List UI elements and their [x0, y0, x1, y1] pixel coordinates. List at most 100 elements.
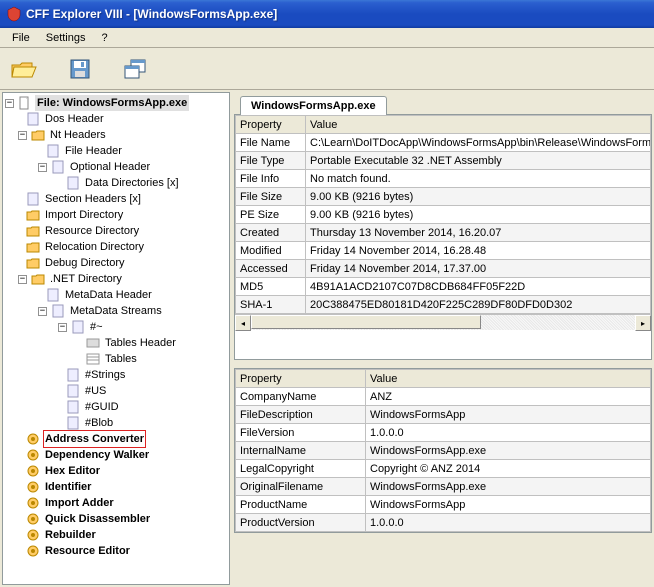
scroll-left-button[interactable]: ◂ [235, 315, 251, 331]
col-property[interactable]: Property [236, 116, 306, 134]
property-cell[interactable]: InternalName [236, 442, 366, 460]
tree-item[interactable]: Quick Disassembler [43, 511, 152, 527]
tree-toggle[interactable]: − [5, 99, 14, 108]
table-row[interactable]: PE Size9.00 KB (9216 bytes) [236, 206, 651, 224]
table-row[interactable]: ProductNameWindowsFormsApp [236, 496, 651, 514]
tree-item[interactable]: Section Headers [x] [43, 191, 143, 207]
property-cell[interactable]: LegalCopyright [236, 460, 366, 478]
property-cell[interactable]: OriginalFilename [236, 478, 366, 496]
value-cell[interactable]: 9.00 KB (9216 bytes) [306, 188, 651, 206]
tree-toggle[interactable]: − [18, 131, 27, 140]
table-row[interactable]: CompanyNameANZ [236, 388, 651, 406]
tree-item[interactable]: Dos Header [43, 111, 106, 127]
table-row[interactable]: File TypePortable Executable 32 .NET Ass… [236, 152, 651, 170]
property-cell[interactable]: ProductVersion [236, 514, 366, 532]
table-row[interactable]: File Size9.00 KB (9216 bytes) [236, 188, 651, 206]
value-cell[interactable]: WindowsFormsApp [366, 496, 651, 514]
table-row[interactable]: FileDescriptionWindowsFormsApp [236, 406, 651, 424]
tree-panel[interactable]: − File: WindowsFormsApp.exe Dos Header −… [2, 92, 230, 585]
scroll-track[interactable] [251, 315, 635, 330]
tree-item[interactable]: #GUID [83, 399, 121, 415]
property-cell[interactable]: Created [236, 224, 306, 242]
tree-root[interactable]: File: WindowsFormsApp.exe [35, 95, 189, 111]
property-cell[interactable]: File Size [236, 188, 306, 206]
tree-item[interactable]: Tables Header [103, 335, 178, 351]
value-cell[interactable]: WindowsFormsApp.exe [366, 478, 651, 496]
property-cell[interactable]: File Name [236, 134, 306, 152]
col-property[interactable]: Property [236, 370, 366, 388]
property-cell[interactable]: Modified [236, 242, 306, 260]
tree-item[interactable]: Debug Directory [43, 255, 126, 271]
tree-item[interactable]: #Blob [83, 415, 115, 431]
tree-item[interactable]: Rebuilder [43, 527, 98, 543]
tree-toggle[interactable]: − [18, 275, 27, 284]
save-button[interactable] [64, 53, 96, 85]
value-cell[interactable]: Friday 14 November 2014, 16.28.48 [306, 242, 651, 260]
tree-toggle[interactable]: − [38, 163, 47, 172]
tree-item[interactable]: #Strings [83, 367, 127, 383]
table-row[interactable]: File InfoNo match found. [236, 170, 651, 188]
table-row[interactable]: FileVersion1.0.0.0 [236, 424, 651, 442]
tree-item[interactable]: #US [83, 383, 108, 399]
scroll-right-button[interactable]: ▸ [635, 315, 651, 331]
value-cell[interactable]: 1.0.0.0 [366, 424, 651, 442]
tree-item[interactable]: File Header [63, 143, 124, 159]
table-row[interactable]: File NameC:\Learn\DoITDocApp\WindowsForm… [236, 134, 651, 152]
tree-item[interactable]: Relocation Directory [43, 239, 146, 255]
open-button[interactable] [8, 53, 40, 85]
col-value[interactable]: Value [306, 116, 651, 134]
table-row[interactable]: InternalNameWindowsFormsApp.exe [236, 442, 651, 460]
table-row[interactable]: OriginalFilenameWindowsFormsApp.exe [236, 478, 651, 496]
scroll-thumb[interactable] [251, 315, 481, 329]
property-cell[interactable]: FileVersion [236, 424, 366, 442]
menu-help[interactable]: ? [93, 30, 115, 46]
table-row[interactable]: ModifiedFriday 14 November 2014, 16.28.4… [236, 242, 651, 260]
tree-item[interactable]: Data Directories [x] [83, 175, 181, 191]
tree-item[interactable]: Resource Editor [43, 543, 132, 559]
value-cell[interactable]: Thursday 13 November 2014, 16.20.07 [306, 224, 651, 242]
tree-item[interactable]: Resource Directory [43, 223, 141, 239]
table-row[interactable]: CreatedThursday 13 November 2014, 16.20.… [236, 224, 651, 242]
value-cell[interactable]: 4B91A1ACD2107C07D8CDB684FF05F22D [306, 278, 651, 296]
tree-item[interactable]: #~ [88, 319, 105, 335]
tree-item-address-converter[interactable]: Address Converter [43, 430, 146, 448]
tab-file[interactable]: WindowsFormsApp.exe [240, 96, 387, 115]
value-cell[interactable]: 9.00 KB (9216 bytes) [306, 206, 651, 224]
table-row[interactable]: LegalCopyrightCopyright © ANZ 2014 [236, 460, 651, 478]
value-cell[interactable]: WindowsFormsApp [366, 406, 651, 424]
value-cell[interactable]: Portable Executable 32 .NET Assembly [306, 152, 651, 170]
property-cell[interactable]: Accessed [236, 260, 306, 278]
value-cell[interactable]: C:\Learn\DoITDocApp\WindowsFormsApp\bin\… [306, 134, 651, 152]
tree-toggle[interactable]: − [38, 307, 47, 316]
tree-item[interactable]: Import Directory [43, 207, 125, 223]
property-cell[interactable]: MD5 [236, 278, 306, 296]
tree-item[interactable]: Tables [103, 351, 139, 367]
col-value[interactable]: Value [366, 370, 651, 388]
property-cell[interactable]: PE Size [236, 206, 306, 224]
menu-settings[interactable]: Settings [38, 30, 94, 46]
table-row[interactable]: AccessedFriday 14 November 2014, 17.37.0… [236, 260, 651, 278]
tree-item[interactable]: Import Adder [43, 495, 116, 511]
tree-item[interactable]: Dependency Walker [43, 447, 151, 463]
property-cell[interactable]: SHA-1 [236, 296, 306, 314]
horizontal-scrollbar[interactable]: ◂ ▸ [235, 314, 651, 330]
tree-toggle[interactable]: − [58, 323, 67, 332]
menu-file[interactable]: File [4, 30, 38, 46]
property-cell[interactable]: CompanyName [236, 388, 366, 406]
tree-item[interactable]: MetaData Header [63, 287, 154, 303]
cascade-button[interactable] [120, 53, 152, 85]
property-cell[interactable]: FileDescription [236, 406, 366, 424]
property-cell[interactable]: File Type [236, 152, 306, 170]
table-row[interactable]: ProductVersion1.0.0.0 [236, 514, 651, 532]
tree-item[interactable]: Optional Header [68, 159, 152, 175]
value-cell[interactable]: 1.0.0.0 [366, 514, 651, 532]
value-cell[interactable]: No match found. [306, 170, 651, 188]
value-cell[interactable]: Friday 14 November 2014, 17.37.00 [306, 260, 651, 278]
property-cell[interactable]: ProductName [236, 496, 366, 514]
value-cell[interactable]: ANZ [366, 388, 651, 406]
tree-item[interactable]: MetaData Streams [68, 303, 164, 319]
value-cell[interactable]: 20C388475ED80181D420F225C289DF80DFD0D302 [306, 296, 651, 314]
property-cell[interactable]: File Info [236, 170, 306, 188]
tree-item[interactable]: Nt Headers [48, 127, 108, 143]
table-row[interactable]: MD54B91A1ACD2107C07D8CDB684FF05F22D [236, 278, 651, 296]
